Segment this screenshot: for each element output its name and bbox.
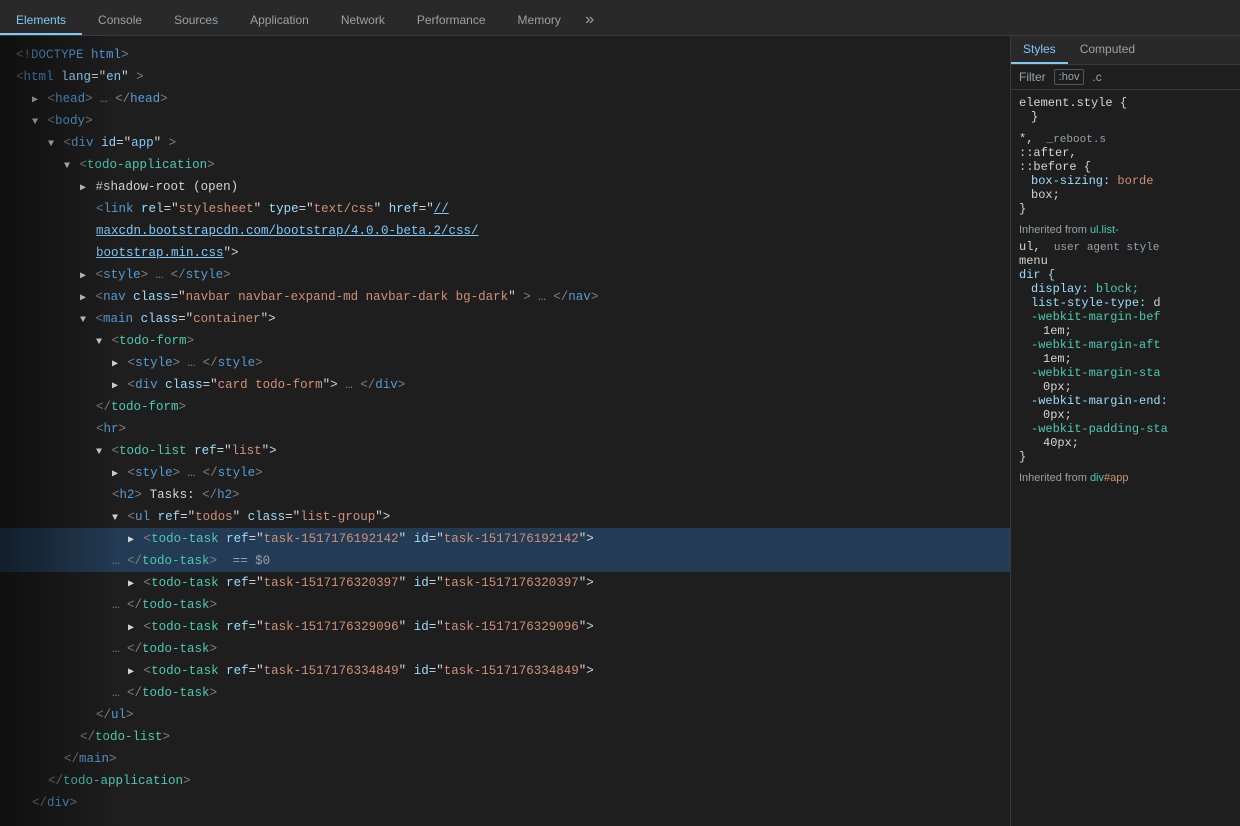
dom-line-ul-close: </ul> <box>0 704 1010 726</box>
tab-network[interactable]: Network <box>325 7 401 35</box>
dom-line-div-app[interactable]: <div id="app" > <box>0 132 1010 154</box>
dom-line-todo-task4-close: … </todo-task> <box>0 682 1010 704</box>
dom-line-h2: <h2> Tasks: </h2> <box>0 484 1010 506</box>
styles-inherited-2: Inherited from div#app <box>1019 472 1232 484</box>
element-style-close: } <box>1031 110 1038 124</box>
dom-line-todo-app-close: </todo-application> <box>0 770 1010 792</box>
styles-panel: Styles Computed Filter :hov .c element.s… <box>1010 36 1240 826</box>
tab-memory[interactable]: Memory <box>502 7 577 35</box>
element-style-text: element.style { <box>1019 96 1127 110</box>
dom-line-todo-task3[interactable]: <todo-task ref="task-1517176329096" id="… <box>0 616 1010 638</box>
devtools-tabbar: Elements Console Sources Application Net… <box>0 0 1240 36</box>
styles-filter-bar: Filter :hov .c <box>1011 65 1240 90</box>
dom-line-link: <link rel="stylesheet" type="text/css" h… <box>0 198 1010 220</box>
filter-hov-button[interactable]: :hov <box>1054 69 1085 85</box>
dom-line-main-close: </main> <box>0 748 1010 770</box>
main-container: <!DOCTYPE html> <html lang="en" > <head>… <box>0 36 1240 826</box>
tab-more-button[interactable]: » <box>577 5 603 35</box>
tab-console[interactable]: Console <box>82 7 158 35</box>
dom-line-shadow-root[interactable]: #shadow-root (open) <box>0 176 1010 198</box>
styles-rule-ul: ul, user agent style menu dir { display:… <box>1019 240 1232 464</box>
dom-line-todo-list[interactable]: <todo-list ref="list"> <box>0 440 1010 462</box>
dom-line-todo-application[interactable]: <todo-application> <box>0 154 1010 176</box>
filter-dot: .c <box>1092 70 1101 84</box>
dom-line-body[interactable]: <body> <box>0 110 1010 132</box>
styles-rule-element: element.style { } <box>1019 96 1232 124</box>
tab-application[interactable]: Application <box>234 7 325 35</box>
dom-scroll[interactable]: <!DOCTYPE html> <html lang="en" > <head>… <box>0 44 1010 818</box>
styles-content: element.style { } *, _reboot.s ::after, … <box>1011 90 1240 494</box>
dom-line-style1[interactable]: <style> … </style> <box>0 264 1010 286</box>
dom-panel: <!DOCTYPE html> <html lang="en" > <head>… <box>0 36 1010 826</box>
filter-label: Filter <box>1019 70 1046 84</box>
dom-line-todo-task3-close: … </todo-task> <box>0 638 1010 660</box>
styles-inherited-1: Inherited from ul.list- <box>1019 224 1232 236</box>
dom-line-todo-form-close: </todo-form> <box>0 396 1010 418</box>
dom-line-bootstrap-css: bootstrap.min.css"> <box>0 242 1010 264</box>
dom-line-html[interactable]: <html lang="en" > <box>0 66 1010 88</box>
dom-line-doctype: <!DOCTYPE html> <box>0 44 1010 66</box>
dom-line-style2[interactable]: <style> … </style> <box>0 352 1010 374</box>
tab-performance[interactable]: Performance <box>401 7 502 35</box>
dom-line-nav[interactable]: <nav class="navbar navbar-expand-md navb… <box>0 286 1010 308</box>
dom-line-todo-form[interactable]: <todo-form> <box>0 330 1010 352</box>
dom-line-todo-task4[interactable]: <todo-task ref="task-1517176334849" id="… <box>0 660 1010 682</box>
dom-line-ul[interactable]: <ul ref="todos" class="list-group"> <box>0 506 1010 528</box>
dom-line-div-close: </div> <box>0 792 1010 814</box>
dom-line-todo-list-close: </todo-list> <box>0 726 1010 748</box>
tab-computed[interactable]: Computed <box>1068 36 1147 64</box>
tab-elements[interactable]: Elements <box>0 7 82 35</box>
dom-line-head[interactable]: <head> … </head> <box>0 88 1010 110</box>
dom-line-style3[interactable]: <style> … </style> <box>0 462 1010 484</box>
dom-line-todo-task2-close: … </todo-task> <box>0 594 1010 616</box>
dom-line-todo-task1-close: … </todo-task> == $0 <box>0 550 1010 572</box>
tab-styles[interactable]: Styles <box>1011 36 1068 64</box>
dom-line-div-card[interactable]: <div class="card todo-form"> … </div> <box>0 374 1010 396</box>
dom-line-todo-task2[interactable]: <todo-task ref="task-1517176320397" id="… <box>0 572 1010 594</box>
dom-line-hr: <hr> <box>0 418 1010 440</box>
styles-tabs: Styles Computed <box>1011 36 1240 65</box>
styles-rule-wildcard: *, _reboot.s ::after, ::before { box-siz… <box>1019 132 1232 216</box>
tab-sources[interactable]: Sources <box>158 7 234 35</box>
dom-line-main[interactable]: <main class="container"> <box>0 308 1010 330</box>
dom-line-bootstrap-url: maxcdn.bootstrapcdn.com/bootstrap/4.0.0-… <box>0 220 1010 242</box>
dom-line-todo-task1[interactable]: <todo-task ref="task-1517176192142" id="… <box>0 528 1010 550</box>
